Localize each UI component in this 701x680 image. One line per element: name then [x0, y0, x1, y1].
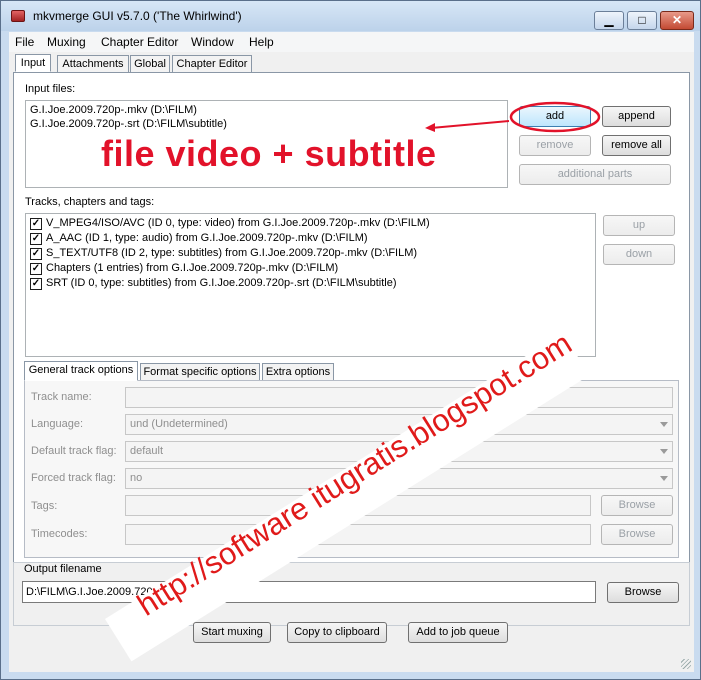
language-label: Language:: [31, 418, 83, 430]
annotation-caption: file video + subtitle: [101, 133, 437, 174]
track-item[interactable]: A_AAC (ID 1, type: audio) from G.I.Joe.2…: [46, 232, 368, 244]
timecodes-browse-button[interactable]: Browse: [601, 524, 673, 545]
default-flag-label: Default track flag:: [31, 445, 117, 457]
menu-bar: File Muxing Chapter Editor Window Help: [9, 32, 694, 52]
output-browse-button[interactable]: Browse: [607, 582, 679, 603]
track-name-label: Track name:: [31, 391, 92, 403]
track-item[interactable]: Chapters (1 entries) from G.I.Joe.2009.7…: [46, 262, 338, 274]
maximize-button[interactable]: □: [627, 11, 657, 30]
language-value: und (Undetermined): [130, 418, 228, 430]
title-bar[interactable]: mkvmerge GUI v5.7.0 ('The Whirlwind') ▁ …: [1, 1, 700, 31]
main-window: mkvmerge GUI v5.7.0 ('The Whirlwind') ▁ …: [0, 0, 701, 680]
down-button[interactable]: down: [603, 244, 675, 265]
start-muxing-button[interactable]: Start muxing: [193, 622, 271, 643]
track-checkbox[interactable]: ✓: [30, 218, 42, 230]
tags-label: Tags:: [31, 500, 58, 512]
track-checkbox[interactable]: ✓: [30, 233, 42, 245]
remove-all-button[interactable]: remove all: [602, 135, 671, 156]
menu-help[interactable]: Help: [249, 35, 274, 49]
tab-general-track-options[interactable]: General track options: [24, 361, 138, 381]
track-name-field[interactable]: [125, 387, 673, 408]
track-item[interactable]: SRT (ID 0, type: subtitles) from G.I.Joe…: [46, 277, 397, 289]
add-to-job-queue-button[interactable]: Add to job queue: [408, 622, 508, 643]
chevron-down-icon: [660, 422, 668, 427]
tab-chapter-editor[interactable]: Chapter Editor: [172, 55, 252, 73]
tab-input[interactable]: Input: [15, 54, 51, 72]
track-checkbox[interactable]: ✓: [30, 248, 42, 260]
default-flag-value: default: [130, 445, 164, 457]
annotation-arrow-line: [430, 120, 510, 129]
menu-file[interactable]: File: [15, 35, 34, 49]
menu-muxing[interactable]: Muxing: [47, 35, 86, 49]
app-icon: [11, 10, 25, 22]
copy-to-clipboard-button[interactable]: Copy to clipboard: [287, 622, 387, 643]
input-file-item[interactable]: G.I.Joe.2009.720p-.srt (D:\FILM\subtitle…: [30, 118, 227, 130]
tab-format-specific-options[interactable]: Format specific options: [140, 363, 260, 381]
forced-flag-label: Forced track flag:: [31, 472, 116, 484]
remove-button[interactable]: remove: [519, 135, 591, 156]
up-button[interactable]: up: [603, 215, 675, 236]
tab-attachments[interactable]: Attachments: [57, 55, 129, 73]
minimize-button[interactable]: ▁: [594, 11, 624, 30]
tags-browse-button[interactable]: Browse: [601, 495, 673, 516]
track-item[interactable]: S_TEXT/UTF8 (ID 2, type: subtitles) from…: [46, 247, 417, 259]
timecodes-field[interactable]: [125, 524, 591, 545]
window-title: mkvmerge GUI v5.7.0 ('The Whirlwind'): [33, 9, 242, 23]
output-filename-label: Output filename: [21, 563, 105, 575]
annotation-arrow-head: [425, 123, 435, 132]
tab-extra-options[interactable]: Extra options: [262, 363, 334, 381]
track-item[interactable]: V_MPEG4/ISO/AVC (ID 0, type: video) from…: [46, 217, 430, 229]
tracks-list[interactable]: ✓ V_MPEG4/ISO/AVC (ID 0, type: video) fr…: [25, 213, 596, 357]
annotation-circle: [509, 101, 601, 133]
tracks-label: Tracks, chapters and tags:: [25, 196, 155, 208]
menu-chapter-editor[interactable]: Chapter Editor: [101, 35, 178, 49]
append-button[interactable]: append: [602, 106, 671, 127]
output-filename-input[interactable]: D:\FILM\G.I.Joe.2009.720p-.mkv: [22, 581, 596, 603]
annotation-overlay: [425, 101, 601, 133]
input-file-item[interactable]: G.I.Joe.2009.720p-.mkv (D:\FILM): [30, 104, 197, 116]
resize-grip[interactable]: [681, 659, 691, 669]
forced-flag-value: no: [130, 472, 143, 484]
track-checkbox[interactable]: ✓: [30, 263, 42, 275]
timecodes-label: Timecodes:: [31, 528, 88, 540]
close-button[interactable]: ✕: [660, 11, 694, 30]
additional-parts-button[interactable]: additional parts: [519, 164, 671, 185]
input-files-label: Input files:: [25, 83, 76, 95]
track-checkbox[interactable]: ✓: [30, 278, 42, 290]
chevron-down-icon: [660, 476, 668, 481]
menu-window[interactable]: Window: [191, 35, 234, 49]
chevron-down-icon: [660, 449, 668, 454]
tab-global[interactable]: Global: [130, 55, 170, 73]
